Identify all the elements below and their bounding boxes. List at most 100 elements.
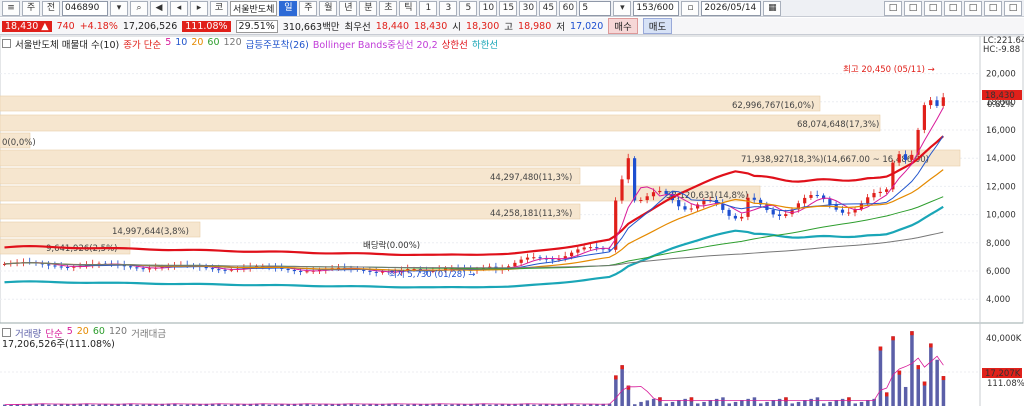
current-price-pct: 0.82% [987, 100, 1014, 110]
volume-bar [53, 404, 57, 406]
volume-bar [639, 401, 643, 406]
volume-bar [878, 346, 883, 406]
candle-body [576, 249, 580, 253]
volume-bar [790, 403, 794, 406]
volume-bar [494, 404, 498, 406]
volume-bar [500, 404, 505, 406]
volume-bar [355, 404, 360, 406]
price-axis-label: 8,000 [986, 239, 1010, 249]
volume-bar [368, 404, 372, 406]
volume-profile-label: 62,996,767(16,0%) [732, 101, 814, 111]
volume-bar [803, 400, 807, 406]
candle-body [752, 197, 756, 200]
volume-bar [696, 403, 700, 406]
candle-body [525, 257, 530, 260]
volume-bar [614, 375, 618, 406]
volume-bar [828, 401, 832, 406]
legend-checkbox[interactable] [2, 39, 11, 48]
price-chart[interactable]: 20,00018,00016,00014,00012,00010,0008,00… [0, 0, 1024, 408]
volume-bar [903, 386, 908, 406]
candle-body [639, 200, 643, 202]
volume-bar [809, 398, 813, 406]
candle-body [777, 214, 782, 217]
volume-bar [935, 359, 939, 406]
volume-bar [103, 404, 108, 406]
candle-body [651, 192, 656, 197]
volume-bar [576, 404, 580, 406]
candle-body [903, 154, 908, 160]
volume-bar [721, 397, 725, 406]
candle-body [538, 257, 542, 259]
volume-bar-cap [614, 375, 618, 380]
vol-legend-amount: 거래대금 [131, 329, 167, 340]
volume-bar [412, 404, 416, 406]
volume-today-value: 17,206,526주(111.08%) [2, 339, 115, 350]
volume-bar [777, 398, 782, 406]
candle-body [878, 191, 882, 194]
legend-ma5: 5 [165, 37, 172, 48]
volume-bar [916, 365, 920, 406]
candle-body [803, 197, 807, 204]
volume-bar [840, 398, 845, 406]
volume-bar [236, 404, 240, 406]
candle-body [513, 262, 517, 267]
candle-body [885, 189, 889, 192]
candle-body [733, 215, 737, 219]
candle-body [626, 158, 630, 180]
volume-bar [759, 403, 763, 406]
volume-bar [677, 400, 681, 406]
volume-bar-cap [929, 343, 933, 348]
volume-bar [752, 397, 757, 406]
volume-bar [406, 404, 410, 406]
volume-bar [399, 404, 404, 406]
volume-bar [740, 400, 744, 406]
volume-bar-cap [941, 376, 946, 381]
candle-body [683, 206, 687, 210]
candle-body [935, 100, 939, 106]
volume-bar-cap [885, 392, 889, 397]
volume-bar [664, 403, 668, 406]
price-axis-label: 20,000 [986, 70, 1016, 80]
volume-bars [3, 331, 946, 406]
legend-title: 서울반도체 매물대 수(10) [15, 40, 120, 51]
price-axis-label: 4,000 [986, 295, 1010, 305]
volume-bar [834, 400, 839, 406]
volume-bar [532, 404, 536, 406]
volume-bar-cap [910, 331, 914, 336]
legend-rush: 급등주포착(26) [245, 40, 309, 51]
candle-body [702, 200, 706, 205]
volume-bar [135, 404, 139, 406]
candle-body [645, 196, 649, 201]
volume-bar [444, 404, 448, 406]
candle-body [217, 269, 221, 271]
volume-bar-cap [620, 365, 624, 370]
volume-bar [796, 401, 801, 406]
volume-bar [324, 404, 328, 406]
candle-body [866, 197, 870, 204]
volume-bar [708, 400, 713, 406]
volume-bar [727, 403, 731, 406]
volume-bar [853, 403, 857, 406]
volume-bar [746, 398, 750, 406]
candle-body [771, 210, 775, 215]
volume-bar [683, 398, 687, 406]
volume-bar-cap [922, 381, 927, 386]
legend-bb-upper: 상한선 [441, 40, 468, 51]
candle-body [727, 209, 731, 216]
price-axis-label: 12,000 [986, 182, 1016, 192]
candle-body [141, 268, 145, 270]
candle-body [633, 158, 637, 201]
volume-bar [910, 331, 914, 406]
candle-body [305, 271, 309, 273]
candle-body [374, 271, 378, 273]
volume-bar [267, 404, 272, 406]
candle-body [135, 267, 139, 269]
candle-body [595, 247, 599, 249]
legend-bb: Bollinger Bands중심선 20,2 [312, 40, 438, 51]
candle-body [210, 268, 215, 270]
volume-bar [229, 404, 234, 406]
volume-bar [147, 404, 152, 406]
candle-body [368, 270, 372, 272]
legend-ma-label: 종가 단순 [123, 40, 162, 51]
volume-axis-top: 40,000K [986, 334, 1022, 344]
